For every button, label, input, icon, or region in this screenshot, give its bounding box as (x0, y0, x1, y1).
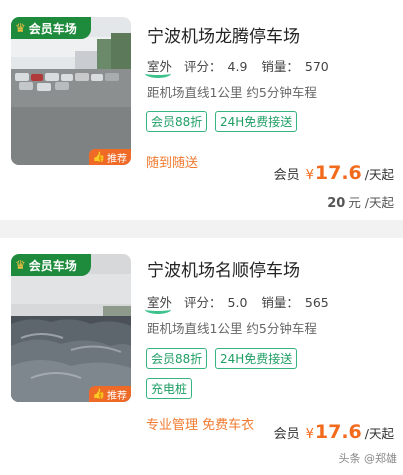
currency-symbol: ¥ (305, 168, 314, 183)
shuttle-badge: 24H免费接送 (215, 348, 298, 369)
listing-title[interactable]: 宁波机场名顺停车场 (147, 256, 300, 281)
member-price-label: 会员 (273, 427, 300, 442)
sales-label: 销量： (261, 59, 299, 74)
listing-title[interactable]: 宁波机场龙腾停车场 (147, 22, 300, 47)
rating-label: 评分： (184, 295, 222, 310)
member-lot-tag: ♛ 会员车场 (11, 17, 91, 39)
parking-listing-card[interactable]: ♛ 会员车场 👍 推荐 宁波机场龙腾停车场 室外 评分： 4.9 销量： 570 距… (0, 0, 403, 220)
recommend-tag-label: 推荐 (107, 153, 127, 165)
price-unit: /天起 (364, 167, 394, 182)
price-value: 17.6 (314, 162, 362, 184)
discount-badge: 会员88折 (146, 348, 208, 369)
thumbs-up-icon: 👍 (92, 388, 105, 400)
parking-lot-photo[interactable]: ♛ 会员车场 👍 推荐 (11, 17, 131, 165)
rating-label: 评分： (184, 59, 222, 74)
promo-text: 专业管理 免费车衣 (146, 418, 255, 433)
price-unit: /天起 (364, 426, 394, 441)
watermark-text: 头条 @郑雄 (338, 452, 398, 465)
rating-value: 4.9 (227, 59, 248, 74)
charging-badge: 充电桩 (146, 378, 193, 399)
distance-info: 距机场直线1公里 约5分钟车程 (147, 321, 317, 336)
recommend-tag: 👍 推荐 (88, 149, 131, 165)
member-price-label: 会员 (273, 168, 300, 183)
original-price-value: 20 (327, 196, 346, 211)
member-price: 会员 ¥ 17.6 /天起 (274, 421, 394, 443)
lot-type: 室外 (147, 59, 173, 74)
promo-text: 随到随送 (146, 156, 199, 171)
shuttle-badge: 24H免费接送 (215, 111, 298, 132)
original-price: 20 元 /天起 (327, 192, 394, 211)
sales-value: 565 (304, 295, 329, 310)
currency-symbol: ¥ (305, 427, 314, 442)
recommend-tag-label: 推荐 (107, 390, 127, 402)
lot-type: 室外 (147, 295, 173, 310)
sales-value: 570 (304, 59, 329, 74)
member-lot-tag: ♛ 会员车场 (11, 254, 91, 276)
rating-value: 5.0 (227, 295, 248, 310)
recommend-tag: 👍 推荐 (88, 386, 131, 402)
sales-label: 销量： (261, 295, 299, 310)
listing-meta: 室外 评分： 5.0 销量： 565 (147, 292, 335, 311)
member-lot-tag-label: 会员车场 (28, 258, 77, 273)
discount-badge: 会员88折 (146, 111, 208, 132)
original-price-unit: 元 /天起 (348, 195, 394, 210)
thumbs-up-icon: 👍 (92, 151, 105, 163)
member-price: 会员 ¥ 17.6 /天起 (274, 162, 394, 184)
price-value: 17.6 (314, 421, 362, 443)
crown-icon: ♛ (15, 258, 26, 272)
member-lot-tag-label: 会员车场 (28, 21, 77, 36)
listing-meta: 室外 评分： 4.9 销量： 570 (147, 56, 335, 75)
distance-info: 距机场直线1公里 约5分钟车程 (147, 85, 317, 100)
parking-listing-card[interactable]: ♛ 会员车场 👍 推荐 宁波机场名顺停车场 室外 评分： 5.0 销量： 565 距… (0, 238, 403, 475)
crown-icon: ♛ (15, 21, 26, 35)
parking-lot-photo[interactable]: ♛ 会员车场 👍 推荐 (11, 254, 131, 402)
